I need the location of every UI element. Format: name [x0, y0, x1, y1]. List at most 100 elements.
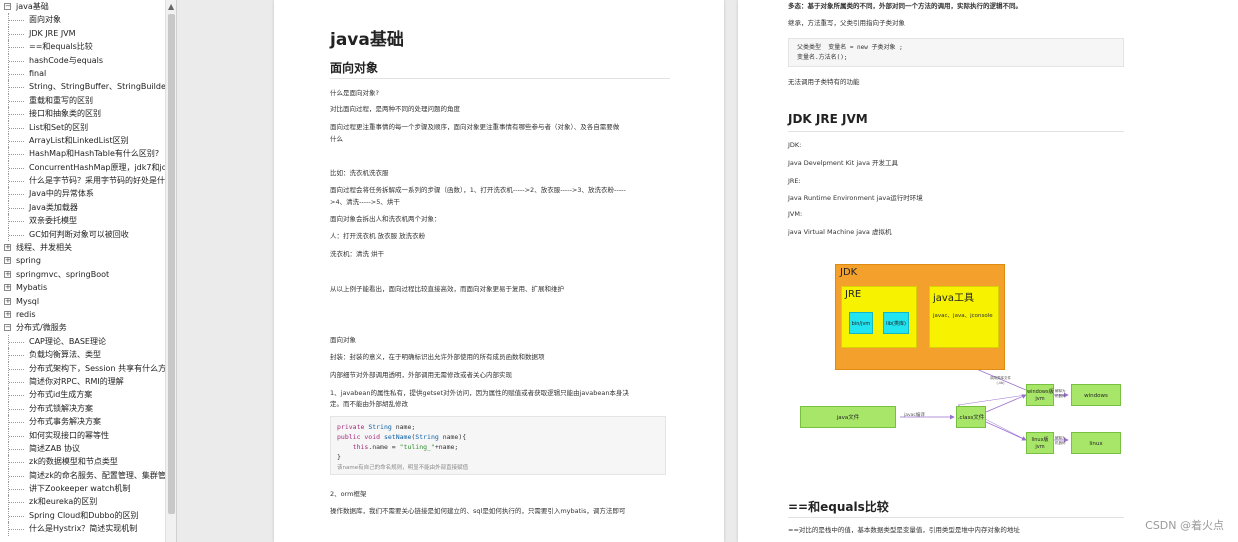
outline-item-label: JDK JRE JVM [29, 28, 76, 38]
expand-icon[interactable]: + [4, 284, 11, 292]
outline-item[interactable]: Java中的异常体系 [0, 187, 165, 201]
outline-item[interactable]: 分布式事务解决方案 [0, 415, 165, 429]
outline-item-label: 重载和重写的区别 [29, 95, 93, 105]
paragraph: 面向过程更注重事情的每一个步骤及顺序，面向对象更注重事情有哪些参与者（对象）、及… [330, 123, 620, 131]
outline-item-label: 什么是Hystrix？简述实现机制 [29, 524, 138, 534]
page-2: 多态：基于对象所属类的不同，外部对同一个方法的调用，实际执行的逻辑不同。 继承，… [738, 0, 1238, 542]
javac-compile-label: javac编译 [904, 413, 925, 418]
outline-item-label: Mybatis [16, 283, 48, 293]
heading-rule [330, 78, 670, 79]
paragraph: java Virtual Machine java 虚拟机 [788, 228, 892, 236]
outline-item[interactable]: 分布式架构下，Session 共享有什么方 [0, 361, 165, 375]
outline-item[interactable]: + redis [0, 308, 165, 321]
outline-item-label: 简述zk的命名服务、配置管理、集群管 [29, 470, 165, 480]
code-line: public void setName(String name){ [337, 432, 466, 442]
outline-item[interactable]: + Mysql [0, 295, 165, 308]
collapse-icon[interactable]: − [4, 324, 11, 332]
outline-item-label: CAP理论、BASE理论 [29, 336, 106, 346]
expand-icon[interactable]: + [4, 244, 11, 252]
expand-icon[interactable]: + [4, 310, 11, 318]
paragraph: 对比面向过程，是两种不同的处理问题的角度 [330, 105, 460, 113]
outline-item[interactable]: 分布式id生成方案 [0, 388, 165, 402]
outline-item[interactable]: 什么是Hystrix？简述实现机制 [0, 522, 165, 536]
outline-item[interactable]: hashCode与equals [0, 53, 165, 67]
outline-item[interactable]: ==和equals比较 [0, 40, 165, 54]
paragraph: 定。而不能由外部胡乱修改 [330, 400, 408, 408]
code-token: setName [383, 433, 412, 441]
outline-item-label: GC如何判断对象可以被回收 [29, 229, 129, 239]
outline-item[interactable]: JDK JRE JVM [0, 26, 165, 41]
outline-item[interactable]: 简述你对RPC、RMI的理解 [0, 374, 165, 389]
code-line: 变量名.方法名(); [797, 54, 848, 61]
outline-item[interactable]: 如何实现接口的幂等性 [0, 428, 165, 442]
java-file-box: java文件 [800, 406, 896, 428]
document-viewer: − java基础 面向对象 JDK JRE JVM ==和equals比较 hashCod… [0, 0, 1238, 542]
outline-item[interactable]: 接口和抽象类的区别 [0, 107, 165, 121]
outline-item[interactable]: Spring Cloud和Dubbo的区别 [0, 508, 165, 523]
outline-item[interactable]: 分布式锁解决方案 [0, 401, 165, 416]
outline-item-label: zk的数据模型和节点类型 [29, 457, 118, 467]
code-token: "tuling_" [399, 443, 435, 451]
heading-rule [788, 131, 1124, 132]
outline-item-label: spring [16, 256, 41, 266]
outline-item[interactable]: HashMap和HashTable有什么区别? [0, 147, 165, 161]
outline-item-label: springmvc、springBoot [16, 269, 110, 279]
outline-item[interactable]: 重载和重写的区别 [0, 93, 165, 108]
outline-item[interactable]: final [0, 66, 165, 81]
outline-item-label: redis [16, 309, 36, 319]
outline-item[interactable]: ConcurrentHashMap原理，jdk7和jd [0, 160, 165, 175]
outline-item[interactable]: zk的数据模型和节点类型 [0, 455, 165, 469]
outline-item-label: Spring Cloud和Dubbo的区别 [29, 510, 139, 520]
expand-icon[interactable]: + [4, 257, 11, 265]
scroll-up-icon[interactable]: ▲ [168, 2, 174, 11]
paragraph: 内部细节对外部调用透明，外部调用无需修改或者关心内部实现 [330, 371, 512, 379]
outline-item[interactable]: 面向对象 [0, 13, 165, 27]
outline-item[interactable]: 负载均衡算法、类型 [0, 348, 165, 362]
outline-item-label: 分布式id生成方案 [29, 390, 93, 400]
scrollbar-thumb[interactable] [168, 14, 175, 514]
outline-item[interactable]: Java类加载器 [0, 200, 165, 215]
paragraph: JVM: [788, 210, 803, 218]
java-tools-box: java工具 javac、java、jconsole [929, 286, 999, 348]
outline-item[interactable]: 讲下Zookeeper watch机制 [0, 482, 165, 496]
outline-item[interactable]: + Mybatis [0, 281, 165, 294]
code-block: 父类类型 变量名 = new 子类对象 ; 变量名.方法名(); [788, 38, 1124, 67]
outline-tree: − java基础 面向对象 JDK JRE JVM ==和equals比较 hashCod… [0, 0, 165, 542]
outline-item[interactable]: GC如何判断对象可以被回收 [0, 227, 165, 242]
outline-item[interactable]: − java基础 [0, 0, 165, 13]
code-line: } [337, 453, 341, 461]
outline-item[interactable]: + spring [0, 254, 165, 267]
outline-item[interactable]: + springmvc、springBoot [0, 268, 165, 281]
java-tools-list: javac、java、jconsole [933, 313, 993, 319]
expand-icon[interactable]: + [4, 297, 11, 305]
outline-item[interactable]: CAP理论、BASE理论 [0, 334, 165, 349]
outline-item-label: Mysql [16, 296, 40, 306]
code-block: private String name; public void setName… [330, 416, 666, 475]
code-comment: 该name有自己的命名规则，明显不能由外部直接赋值 [337, 465, 469, 471]
outline-item-label: java基础 [16, 2, 49, 11]
outline-item[interactable]: 简述zk的命名服务、配置管理、集群管 [0, 468, 165, 483]
paragraph: 多态：基于对象所属类的不同，外部对同一个方法的调用，实际执行的逻辑不同。 [788, 2, 1022, 11]
outline-item-label: 什么是字节码？采用字节码的好处是什 [29, 176, 165, 186]
outline-item[interactable]: + 线程、并发相关 [0, 241, 165, 254]
outline-item[interactable]: List和Set的区别 [0, 120, 165, 134]
linux-jvm-box: linux版 jvm [1026, 432, 1054, 454]
paragraph: 封装：封装的意义，在于明确标识出允许外部使用的所有成员函数和数据项 [330, 353, 545, 361]
bin-jvm-box: bin/jvm [849, 312, 873, 334]
outline-item[interactable]: zk和eureka的区别 [0, 495, 165, 509]
outline-item[interactable]: String、StringBuffer、StringBuilder [0, 80, 165, 94]
section-heading: 面向对象 [330, 61, 379, 75]
outline-item[interactable]: 双亲委托模型 [0, 214, 165, 228]
collapse-icon[interactable]: − [4, 3, 11, 10]
expand-icon[interactable]: + [4, 270, 11, 278]
paragraph: 从以上例子能看出，面向过程比较直接高效，而面向对象更易于复用、扩展和维护 [330, 285, 564, 293]
linux-os-box: linux [1071, 432, 1121, 454]
outline-item[interactable]: − 分布式/微服务 [0, 321, 165, 334]
outline-item[interactable]: 什么是字节码？采用字节码的好处是什 [0, 174, 165, 188]
paragraph: Java Runtime Environment java运行时环境 [788, 194, 923, 202]
paragraph: Java Develpment Kit java 开发工具 [788, 159, 899, 167]
outline-item[interactable]: ArrayList和LinkedList区别 [0, 133, 165, 148]
sidebar-scrollbar[interactable]: ▲ [165, 0, 176, 542]
outline-item[interactable]: 简述ZAB 协议 [0, 441, 165, 456]
paragraph: 什么是面向对象? [330, 89, 379, 97]
